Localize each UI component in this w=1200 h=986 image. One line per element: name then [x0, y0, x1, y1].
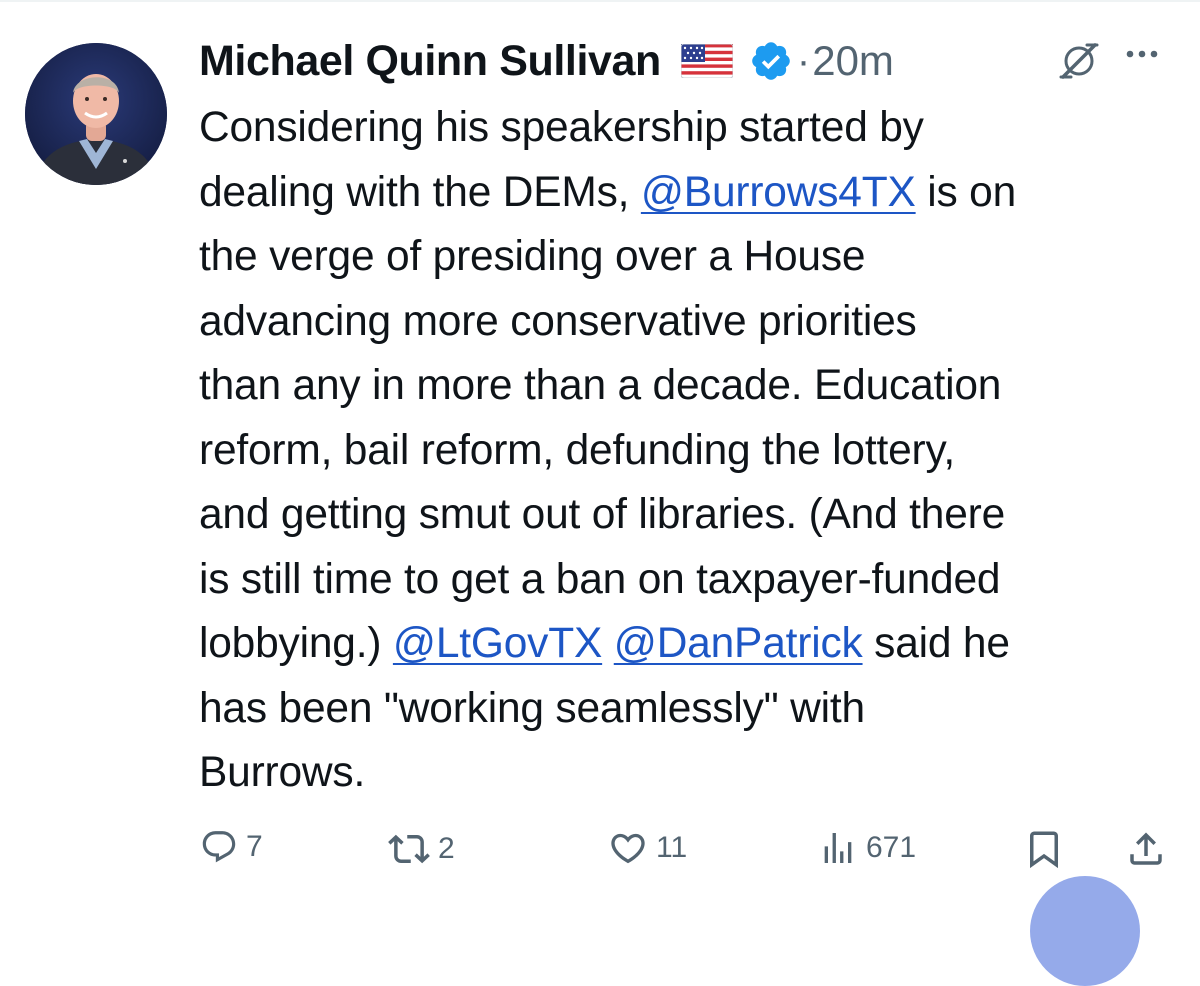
- heart-icon: [611, 833, 645, 864]
- avatar[interactable]: [25, 43, 167, 185]
- top-divider: [0, 0, 1200, 2]
- retweet-count: 2: [438, 832, 455, 865]
- tweet-text-segment: is still time to get a ban on taxpayer-f…: [199, 555, 1001, 603]
- like-button[interactable]: 11: [608, 828, 687, 868]
- compose-button[interactable]: [1030, 876, 1140, 986]
- tweet-text-segment: [602, 620, 614, 667]
- author-name[interactable]: Michael Quinn Sullivan: [199, 37, 661, 86]
- more-options-icon[interactable]: [1124, 44, 1160, 69]
- views-icon: [824, 833, 852, 863]
- tweet-text-line: has been "working seamlessly" with: [199, 677, 1184, 742]
- retweet-icon: [388, 834, 430, 864]
- tweet-text-line: Considering his speakership started by: [199, 96, 1184, 161]
- tweet-text: Considering his speakership started by de…: [199, 96, 1184, 806]
- tweet-text-line: and getting smut out of libraries. (And …: [199, 483, 1184, 548]
- share-button[interactable]: [1125, 828, 1167, 870]
- tweet-text-segment: Considering his speakership started by: [199, 104, 924, 151]
- retweet-button[interactable]: 2: [388, 828, 455, 870]
- share-icon: [1130, 832, 1162, 865]
- mention-link[interactable]: @LtGovTX: [393, 620, 602, 667]
- tweet-text-segment: advancing more conservative priorities: [199, 297, 917, 345]
- view-count: 671: [866, 831, 917, 864]
- tweet-text-segment: than any in more than a decade. Educatio…: [199, 362, 1002, 409]
- grok-icon[interactable]: [1057, 39, 1101, 88]
- views-button[interactable]: 671: [818, 828, 916, 868]
- tweet-text-line: reform, bail reform, defunding the lotte…: [199, 419, 1184, 484]
- tweet-text-line: than any in more than a decade. Educatio…: [199, 354, 1184, 419]
- mention-link[interactable]: @DanPatrick: [614, 620, 863, 667]
- reply-icon: [202, 831, 236, 863]
- tweet-text-line: advancing more conservative priorities: [199, 290, 1184, 355]
- action-bar: 7 2 11 671: [0, 820, 1200, 890]
- tweet-text-line: lobbying.) @LtGovTX @DanPatrick said he: [199, 612, 1184, 677]
- tweet-text-segment: lobbying.): [199, 620, 393, 667]
- tweet-text-line: Burrows.: [199, 741, 1184, 806]
- us-flag-icon: [680, 44, 733, 78]
- bookmark-icon: [1030, 831, 1058, 869]
- tweet-text-segment: the verge of presiding over a House: [199, 233, 866, 280]
- tweet-text-segment: Burrows.: [199, 749, 366, 796]
- tweet-text-line: the verge of presiding over a House: [199, 225, 1184, 290]
- tweet-text-segment: said he: [862, 620, 1010, 667]
- tweet-text-segment: reform, bail reform, defunding the lotte…: [199, 426, 955, 474]
- mention-link[interactable]: @Burrows4TX: [641, 169, 916, 216]
- time-separator: ·: [796, 38, 811, 83]
- tweet-text-segment: and getting smut out of libraries. (And …: [199, 491, 1006, 538]
- tweet-timestamp[interactable]: 20m: [812, 37, 894, 85]
- reply-count: 7: [246, 830, 263, 863]
- tweet-text-line: is still time to get a ban on taxpayer-f…: [199, 548, 1184, 613]
- bookmark-button[interactable]: [1023, 828, 1065, 870]
- verified-badge-icon[interactable]: [749, 39, 793, 83]
- tweet-text-segment: has been "working seamlessly" with: [199, 684, 865, 732]
- tweet-text-segment: dealing with the DEMs,: [199, 168, 641, 216]
- like-count: 11: [656, 831, 688, 864]
- tweet-text-segment: is on: [915, 168, 1017, 216]
- tweet-header: Michael Quinn Sullivan · 20m: [199, 34, 1180, 88]
- tweet-text-line: dealing with the DEMs, @Burrows4TX is on: [199, 161, 1184, 226]
- reply-button[interactable]: 7: [200, 828, 263, 866]
